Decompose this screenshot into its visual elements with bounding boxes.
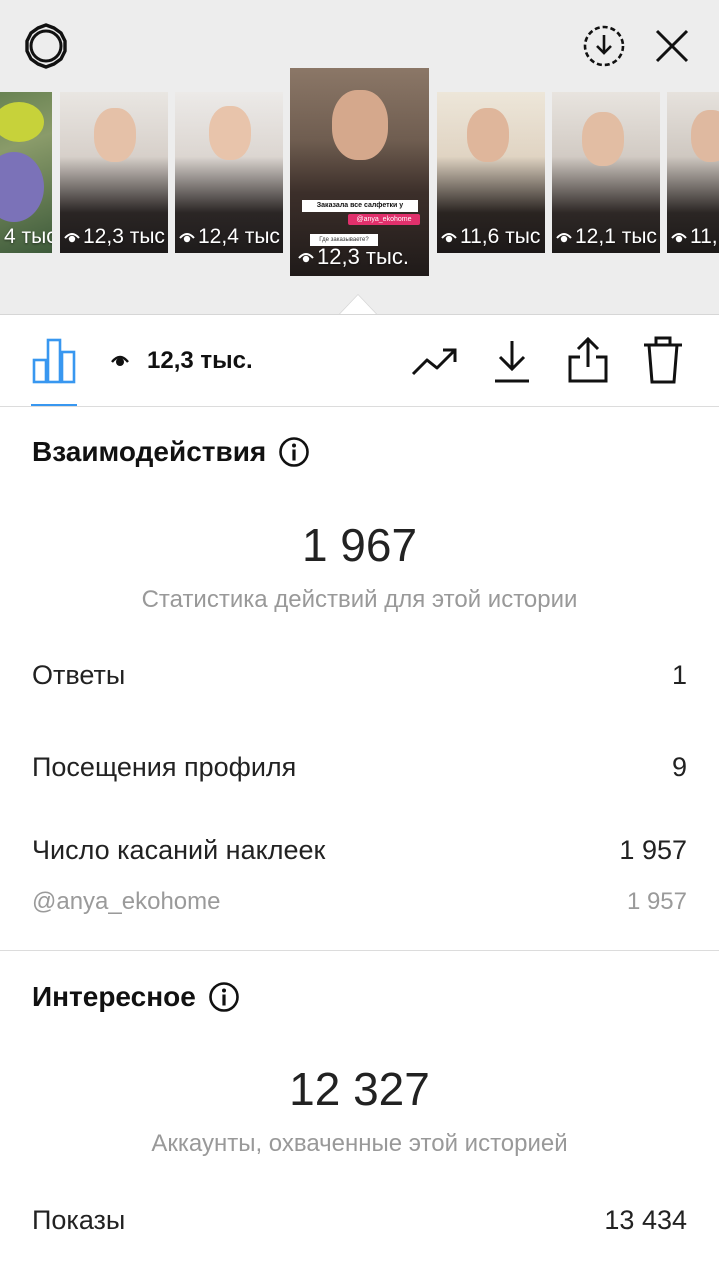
interactions-subtitle: Статистика действий для этой истории bbox=[141, 586, 578, 613]
insights-tab[interactable] bbox=[30, 334, 78, 386]
section-divider bbox=[0, 950, 719, 951]
mention-sticker: @anya_ekohome bbox=[348, 214, 420, 225]
sticker-mention-value: 1 957 bbox=[626, 888, 687, 915]
eye-icon bbox=[298, 253, 314, 263]
person-face bbox=[582, 112, 624, 166]
info-icon[interactable] bbox=[278, 436, 310, 468]
trash-icon bbox=[644, 336, 682, 384]
thumbnail-views: 12,3 тыс bbox=[64, 225, 165, 249]
save-button[interactable] bbox=[490, 336, 534, 386]
close-button[interactable] bbox=[650, 24, 694, 68]
share-icon bbox=[568, 336, 608, 383]
discovery-heading: Интересное bbox=[32, 981, 240, 1013]
settings-button[interactable] bbox=[20, 20, 72, 72]
bar-chart-icon bbox=[32, 338, 76, 384]
impressions-value: 13 434 bbox=[604, 1205, 687, 1235]
info-icon[interactable] bbox=[208, 981, 240, 1013]
profile-visits-value: 9 bbox=[671, 752, 687, 782]
sticker-taps-label: Число касаний наклеек bbox=[32, 835, 326, 865]
story-thumbnail-strip[interactable]: 4 тыс 12,3 тыс 12,4 тыс Заказала все сал… bbox=[0, 68, 719, 280]
interactions-heading: Взаимодействия bbox=[32, 436, 310, 468]
active-tab-indicator bbox=[31, 404, 77, 406]
views-count[interactable]: 12,3 тыс. bbox=[147, 347, 253, 375]
sticker-mention-label[interactable]: @anya_ekohome bbox=[32, 888, 220, 916]
share-button[interactable] bbox=[564, 334, 612, 386]
thumbnail-views: 11,6 тыс bbox=[441, 225, 540, 249]
discovery-title: Интересное bbox=[32, 981, 196, 1012]
person-face bbox=[94, 108, 136, 162]
thumbnail-views: 12,1 тыс bbox=[556, 225, 657, 249]
impressions-label: Показы bbox=[32, 1205, 126, 1235]
story-thumbnail[interactable]: 4 тыс bbox=[0, 92, 52, 253]
thumbnail-views: 12,4 тыс bbox=[179, 225, 280, 249]
eye-icon bbox=[64, 233, 80, 243]
story-thumbnail[interactable]: 11, bbox=[667, 92, 719, 253]
person-face bbox=[332, 90, 388, 160]
replies-value: 1 bbox=[671, 660, 687, 690]
reach-subtitle: Аккаунты, охваченные этой историей bbox=[151, 1130, 568, 1157]
interactions-title: Взаимодействия bbox=[32, 436, 267, 467]
eye-icon bbox=[441, 233, 457, 243]
interactions-total: 1 967 bbox=[301, 519, 418, 571]
story-caption: Заказала все салфетки у bbox=[302, 200, 418, 212]
gear-icon bbox=[25, 23, 67, 69]
person-face bbox=[209, 106, 251, 160]
thumbnail-views: 12,3 тыс. bbox=[298, 244, 409, 270]
trend-arrow-icon bbox=[411, 348, 457, 376]
eye-icon bbox=[179, 233, 195, 243]
thumbnail-views: 11, bbox=[671, 225, 718, 249]
story-thumbnail[interactable]: 12,1 тыс bbox=[552, 92, 660, 253]
selection-caret bbox=[340, 295, 376, 314]
download-circle-icon bbox=[583, 25, 625, 67]
download-icon bbox=[495, 341, 529, 383]
story-thumbnail-selected[interactable]: Заказала все салфетки у @anya_ekohome Гд… bbox=[290, 68, 429, 276]
story-thumbnail[interactable]: 12,3 тыс bbox=[60, 92, 168, 253]
eye-icon bbox=[111, 355, 129, 366]
story-thumbnail[interactable]: 12,4 тыс bbox=[175, 92, 283, 253]
thumbnail-views: 4 тыс bbox=[4, 225, 52, 248]
person-face bbox=[467, 108, 509, 162]
reach-total: 12 327 bbox=[289, 1063, 430, 1115]
replies-label: Ответы bbox=[32, 660, 126, 690]
person-face bbox=[691, 110, 719, 162]
eye-icon bbox=[556, 233, 572, 243]
delete-button[interactable] bbox=[640, 334, 686, 386]
promote-button[interactable] bbox=[410, 340, 460, 384]
sticker-taps-value: 1 957 bbox=[619, 835, 687, 865]
profile-visits-label: Посещения профиля bbox=[32, 752, 297, 782]
story-thumbnail[interactable]: 11,6 тыс bbox=[437, 92, 545, 253]
download-story-button[interactable] bbox=[580, 22, 628, 70]
close-icon bbox=[655, 29, 689, 63]
eye-icon bbox=[671, 233, 687, 243]
